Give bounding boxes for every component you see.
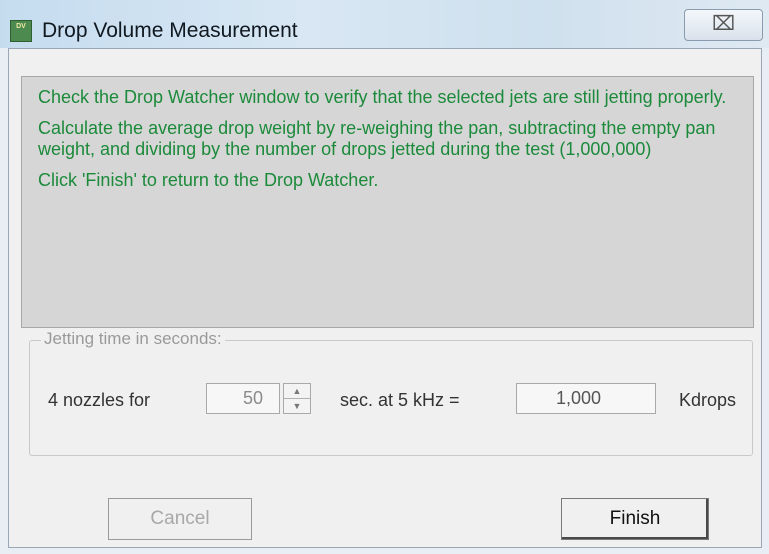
- seconds-spinner[interactable]: ▲ ▼: [283, 383, 311, 414]
- kdrops-field: 1,000: [516, 383, 656, 414]
- close-button[interactable]: ⌧: [684, 9, 763, 41]
- window-title: Drop Volume Measurement: [42, 19, 298, 42]
- seconds-field[interactable]: 50: [206, 383, 280, 414]
- instruction-text-2: Calculate the average drop weight by re-…: [38, 118, 716, 159]
- instruction-text-3: Click 'Finish' to return to the Drop Wat…: [38, 170, 379, 190]
- app-icon: DV: [10, 20, 32, 42]
- jetting-time-label: Jetting time in seconds:: [41, 329, 225, 349]
- frequency-label: sec. at 5 kHz =: [340, 390, 460, 410]
- instruction-panel: Check the Drop Watcher window to verify …: [21, 76, 754, 328]
- title-bar: DV Drop Volume Measurement ⌧: [0, 0, 769, 48]
- close-icon: ⌧: [711, 13, 736, 35]
- spin-up-icon[interactable]: ▲: [284, 384, 310, 398]
- cancel-button[interactable]: Cancel: [108, 498, 252, 540]
- kdrops-label: Kdrops: [679, 390, 737, 410]
- nozzles-label: 4 nozzles for: [48, 390, 151, 410]
- spin-down-icon[interactable]: ▼: [284, 398, 310, 413]
- jetting-time-group: Jetting time in seconds: 4 nozzles for 5…: [29, 329, 753, 456]
- dialog-body: Check the Drop Watcher window to verify …: [8, 48, 762, 548]
- instruction-text-1: Check the Drop Watcher window to verify …: [38, 87, 727, 107]
- finish-button[interactable]: Finish: [561, 498, 709, 540]
